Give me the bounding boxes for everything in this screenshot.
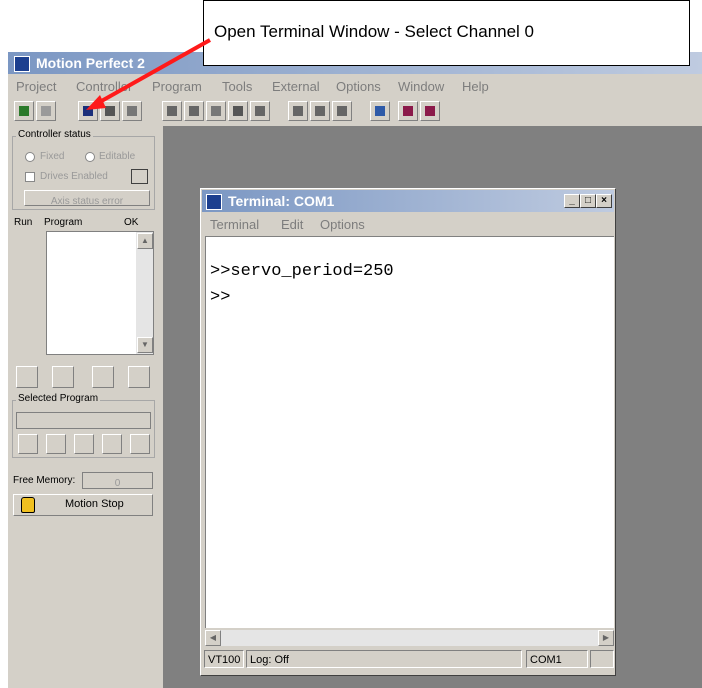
annotation-arrow xyxy=(86,38,211,110)
